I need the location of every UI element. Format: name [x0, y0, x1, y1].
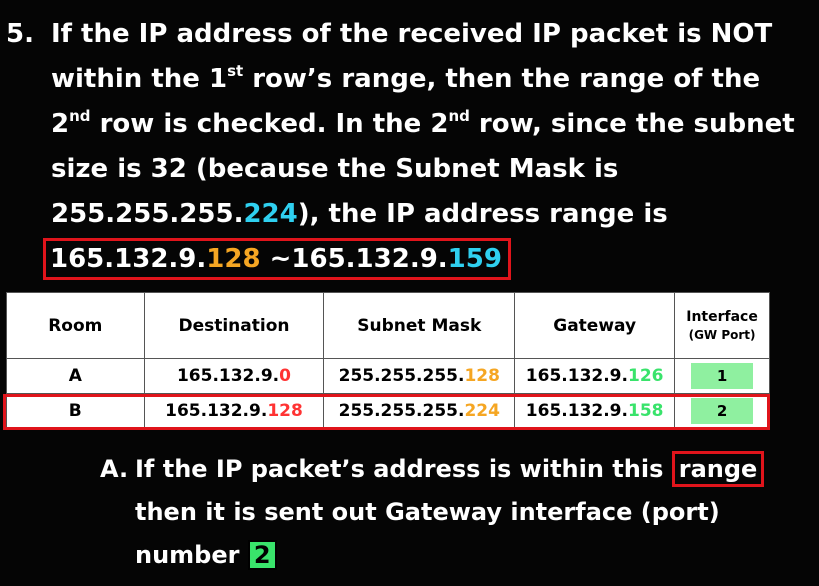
range-end-prefix: ~165.132.9.: [260, 244, 448, 274]
mask-suffix: 224: [243, 199, 298, 229]
slide: 5. If the IP address of the received IP …: [0, 0, 819, 586]
step-line-2-b: row’s range, then the range of the: [243, 64, 761, 94]
step-line-3-a: 2: [51, 109, 70, 139]
ordinal-nd: nd: [69, 107, 91, 125]
cell-gateway: 165.132.9.158: [514, 393, 676, 429]
cell-subnet-mask: 255.255.255.128: [323, 358, 516, 394]
header-destination: Destination: [143, 292, 325, 359]
routing-table: Room Destination Subnet Mask Gateway Int…: [6, 292, 770, 429]
step-line-3-c: row, since the subnet: [469, 109, 795, 139]
gw-suffix: 126: [627, 366, 664, 386]
mask-suffix: 224: [464, 401, 500, 421]
note-line-3: number 2: [135, 534, 277, 577]
cell-interface: 2: [674, 393, 770, 429]
dest-prefix: 165.132.9.: [176, 366, 280, 386]
header-interface: Interface (GW Port): [674, 292, 770, 359]
step-line-5: 255.255.255.224), the IP address range i…: [51, 192, 795, 237]
step-line-1: If the IP address of the received IP pac…: [51, 12, 795, 57]
dest-suffix: 128: [267, 401, 303, 421]
step-line-1-text: If the IP address of the received IP pac…: [51, 19, 773, 49]
step-line-3-b: row is checked. In the 2: [90, 109, 449, 139]
table-row: B 165.132.9.128 255.255.255.224 165.132.…: [6, 393, 770, 429]
step-line-2-a: within the 1: [51, 64, 228, 94]
cell-destination: 165.132.9.0: [143, 358, 325, 394]
header-interface-title: Interface: [686, 308, 758, 325]
header-room: Room: [6, 292, 145, 359]
step-line-5-c: ), the IP address range is: [297, 199, 668, 229]
range-end-suffix: 159: [447, 244, 502, 274]
mask-prefix: 255.255.255.: [338, 401, 465, 421]
cell-room: B: [6, 393, 145, 429]
port-number-badge: 2: [247, 540, 277, 570]
table-row: A 165.132.9.0 255.255.255.128 165.132.9.…: [6, 358, 770, 394]
cell-subnet-mask: 255.255.255.224: [323, 393, 516, 429]
mask-prefix: 255.255.255.: [51, 199, 244, 229]
ordinal-st: st: [227, 62, 244, 80]
range-start-prefix: 165.132.9.: [50, 244, 207, 274]
step-line-4: size is 32 (because the Subnet Mask is: [51, 147, 795, 192]
cell-destination: 165.132.9.128: [143, 393, 325, 429]
header-interface-sub: (GW Port): [688, 327, 756, 342]
note-marker: A.: [100, 455, 129, 483]
header-subnet-mask: Subnet Mask: [323, 292, 516, 359]
header-gateway: Gateway: [514, 292, 676, 359]
note-line-2: then it is sent out Gateway interface (p…: [135, 498, 720, 526]
note-line-1: If the IP packet’s address is within thi…: [135, 448, 765, 491]
table-header-row: Room Destination Subnet Mask Gateway Int…: [6, 292, 770, 359]
mask-prefix: 255.255.255.: [338, 366, 465, 386]
step-line-3: 2nd row is checked. In the 2nd row, sinc…: [51, 102, 795, 147]
step-line-6: 165.132.9.128 ~165.132.9.159: [43, 237, 795, 282]
range-start-suffix: 128: [206, 244, 261, 274]
cell-room: A: [6, 358, 145, 394]
gw-prefix: 165.132.9.: [525, 366, 628, 386]
range-word-box: range: [671, 451, 765, 487]
ip-range-box: 165.132.9.128 ~165.132.9.159: [43, 238, 511, 280]
note-line-3-a: number: [135, 541, 248, 569]
gw-suffix: 158: [627, 401, 664, 421]
dest-prefix: 165.132.9.: [165, 401, 268, 421]
dest-suffix: 0: [279, 366, 291, 386]
note-line-1-a: If the IP packet’s address is within thi…: [135, 455, 672, 483]
ordinal-nd-2: nd: [448, 107, 470, 125]
gw-prefix: 165.132.9.: [525, 401, 628, 421]
step-line-4-text: size is 32 (because the Subnet Mask is: [51, 154, 619, 184]
interface-badge: 1: [691, 363, 754, 389]
step-number: 5.: [6, 19, 34, 49]
mask-suffix: 128: [464, 366, 500, 386]
cell-interface: 1: [674, 358, 770, 394]
cell-gateway: 165.132.9.126: [514, 358, 676, 394]
step-line-2: within the 1st row’s range, then the ran…: [51, 57, 795, 102]
interface-badge: 2: [691, 398, 754, 424]
